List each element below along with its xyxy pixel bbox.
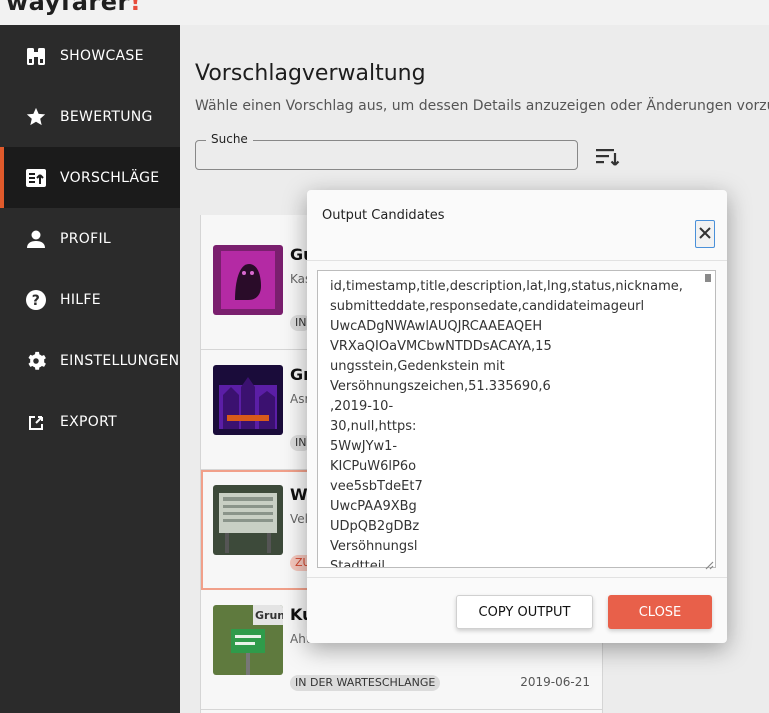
sidebar-item-bewertung[interactable]: BEWERTUNG bbox=[0, 86, 180, 147]
sidebar-item-label: VORSCHLÄGE bbox=[60, 169, 160, 186]
sidebar-item-label: EXPORT bbox=[60, 413, 117, 430]
submission-thumbnail bbox=[213, 365, 283, 435]
sidebar-item-label: BEWERTUNG bbox=[60, 108, 153, 125]
output-body-text: UwcADgNWAwlAUQJRCAAEAQEH VRXaQIOaVMCbwNT… bbox=[330, 319, 552, 568]
svg-text:?: ? bbox=[32, 293, 40, 309]
dialog-title: Output Candidates bbox=[322, 208, 445, 223]
upload-list-icon bbox=[24, 166, 48, 190]
search-label: Suche bbox=[206, 132, 253, 146]
gear-icon bbox=[24, 349, 48, 373]
sidebar-item-label: SHOWCASE bbox=[60, 47, 144, 64]
sidebar-item-hilfe[interactable]: ? HILFE bbox=[0, 269, 180, 330]
sort-icon[interactable] bbox=[595, 145, 621, 169]
submission-thumbnail bbox=[213, 245, 283, 315]
submission-thumbnail: Grun bbox=[213, 605, 283, 675]
list-item-date: 2019-06-21 bbox=[520, 675, 590, 689]
page-subtitle: Wähle einen Vorschlag aus, um dessen Det… bbox=[195, 98, 769, 114]
copy-output-button[interactable]: COPY OUTPUT bbox=[456, 595, 593, 629]
output-candidates-dialog: Output Candidates id,timestamp,title,des… bbox=[307, 190, 727, 643]
sidebar: SHOWCASE BEWERTUNG VORSCHLÄGE PROFIL ? H… bbox=[0, 25, 180, 713]
divider bbox=[307, 577, 727, 578]
app-logo[interactable]: wayfarer! bbox=[6, 0, 141, 16]
sidebar-item-einstellungen[interactable]: EINSTELLUNGEN bbox=[0, 330, 180, 391]
top-bar: wayfarer! bbox=[0, 0, 769, 25]
person-icon bbox=[24, 227, 48, 251]
sidebar-item-showcase[interactable]: SHOWCASE bbox=[0, 25, 180, 86]
list-item-location: Vel bbox=[290, 512, 308, 526]
help-icon: ? bbox=[24, 288, 48, 312]
dialog-close-button[interactable] bbox=[695, 220, 715, 248]
close-icon bbox=[699, 226, 711, 242]
sidebar-item-vorschlaege[interactable]: VORSCHLÄGE bbox=[0, 147, 180, 208]
page-title: Vorschlagverwaltung bbox=[195, 61, 426, 86]
close-button[interactable]: CLOSE bbox=[608, 595, 712, 629]
star-icon bbox=[24, 105, 48, 129]
scrollbar-thumb[interactable] bbox=[705, 274, 711, 282]
binoculars-icon bbox=[24, 44, 48, 68]
status-badge: IN DER WARTESCHLANGE bbox=[290, 675, 441, 691]
submission-thumbnail bbox=[213, 485, 283, 555]
search-field[interactable]: Suche bbox=[195, 132, 578, 170]
output-textarea[interactable]: id,timestamp,title,description,lat,lng,s… bbox=[317, 270, 716, 568]
resize-handle-icon[interactable] bbox=[702, 555, 714, 570]
divider bbox=[307, 260, 727, 261]
svg-text:Grun: Grun bbox=[255, 609, 283, 622]
export-icon bbox=[24, 410, 48, 434]
sidebar-item-profil[interactable]: PROFIL bbox=[0, 208, 180, 269]
search-input[interactable] bbox=[202, 145, 570, 165]
output-header-text: id,timestamp,title,description,lat,lng,s… bbox=[330, 279, 683, 314]
sidebar-item-label: PROFIL bbox=[60, 230, 111, 247]
sidebar-item-export[interactable]: EXPORT bbox=[0, 391, 180, 452]
sidebar-item-label: HILFE bbox=[60, 291, 101, 308]
sidebar-item-label: EINSTELLUNGEN bbox=[60, 352, 180, 369]
